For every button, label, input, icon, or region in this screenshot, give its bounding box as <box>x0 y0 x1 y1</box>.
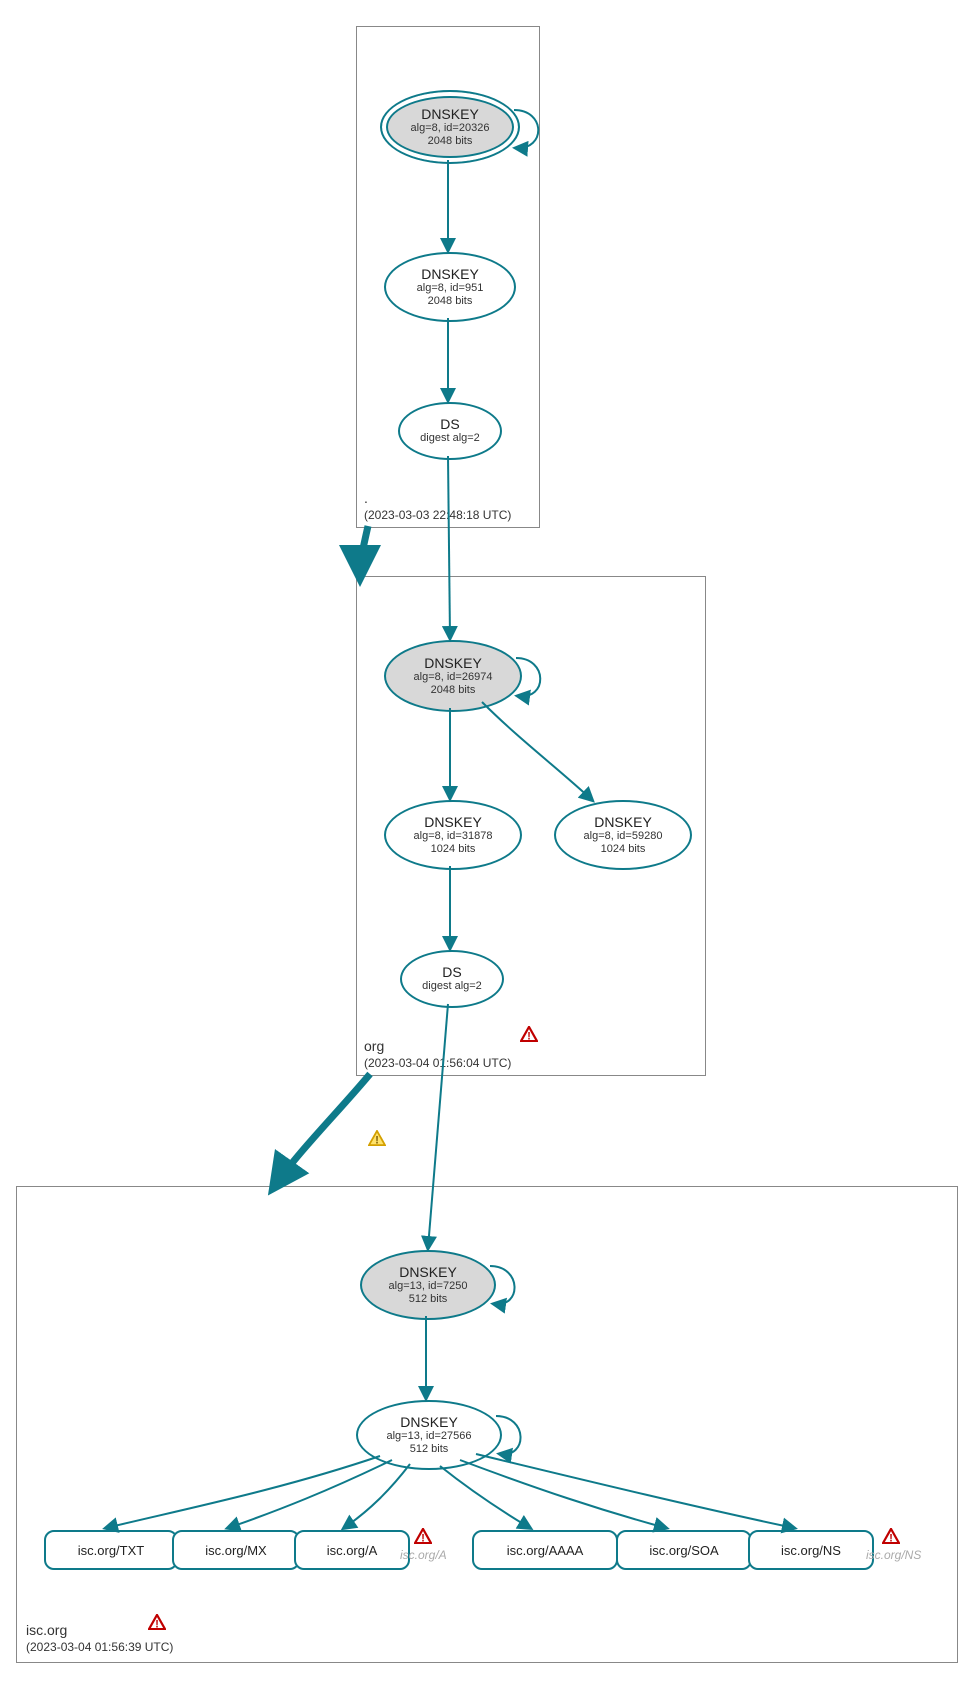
error-icon[interactable]: ! <box>882 1528 900 1544</box>
rrset-label: isc.org/AAAA <box>507 1543 584 1558</box>
org-ds[interactable]: DS digest alg=2 <box>400 950 504 1008</box>
svg-text:!: ! <box>527 1030 531 1042</box>
zone-isc-label: isc.org <box>26 1622 67 1638</box>
rrset-ns[interactable]: isc.org/NS <box>748 1530 874 1570</box>
rrset-label: isc.org/TXT <box>78 1543 144 1558</box>
error-icon[interactable]: ! <box>414 1528 432 1544</box>
node-sub: alg=13, id=27566 <box>386 1430 471 1443</box>
rrset-txt[interactable]: isc.org/TXT <box>44 1530 178 1570</box>
rrset-soa[interactable]: isc.org/SOA <box>616 1530 752 1570</box>
rrset-label: isc.org/A <box>327 1543 378 1558</box>
root-dnskey-zsk[interactable]: DNSKEY alg=8, id=951 2048 bits <box>384 252 516 322</box>
node-sub: 512 bits <box>409 1293 448 1306</box>
node-sub: 1024 bits <box>601 843 646 856</box>
rrset-mx[interactable]: isc.org/MX <box>172 1530 300 1570</box>
rrset-label: isc.org/MX <box>205 1543 266 1558</box>
warning-icon[interactable]: ! <box>368 1130 386 1146</box>
svg-text:!: ! <box>889 1532 893 1544</box>
org-dnskey-ksk[interactable]: DNSKEY alg=8, id=26974 2048 bits <box>384 640 522 712</box>
node-sub: alg=8, id=951 <box>417 282 484 295</box>
node-title: DNSKEY <box>399 1264 457 1280</box>
ghost-a: isc.org/A <box>400 1548 447 1562</box>
zone-org-label: org <box>364 1038 384 1054</box>
org-dnskey-zsk-2[interactable]: DNSKEY alg=8, id=59280 1024 bits <box>554 800 692 870</box>
node-sub: alg=8, id=59280 <box>584 830 663 843</box>
zone-isc-timestamp: (2023-03-04 01:56:39 UTC) <box>26 1640 173 1654</box>
zone-org-timestamp: (2023-03-04 01:56:04 UTC) <box>364 1056 511 1070</box>
node-sub: alg=8, id=20326 <box>411 122 490 135</box>
ghost-ns: isc.org/NS <box>866 1548 921 1562</box>
zone-root-timestamp: (2023-03-03 22:48:18 UTC) <box>364 508 511 522</box>
node-sub: digest alg=2 <box>420 432 480 445</box>
node-title: DNSKEY <box>421 106 479 122</box>
node-sub: alg=13, id=7250 <box>389 1280 468 1293</box>
node-title: DNSKEY <box>421 266 479 282</box>
isc-dnskey-zsk[interactable]: DNSKEY alg=13, id=27566 512 bits <box>356 1400 502 1470</box>
svg-text:!: ! <box>155 1618 159 1630</box>
org-dnskey-zsk-1[interactable]: DNSKEY alg=8, id=31878 1024 bits <box>384 800 522 870</box>
root-ds[interactable]: DS digest alg=2 <box>398 402 502 460</box>
node-sub: alg=8, id=31878 <box>414 830 493 843</box>
error-icon[interactable]: ! <box>148 1614 166 1630</box>
node-title: DNSKEY <box>424 814 482 830</box>
node-title: DNSKEY <box>594 814 652 830</box>
svg-text:!: ! <box>375 1134 379 1146</box>
rrset-aaaa[interactable]: isc.org/AAAA <box>472 1530 618 1570</box>
node-title: DS <box>442 964 461 980</box>
node-sub: 1024 bits <box>431 843 476 856</box>
node-title: DNSKEY <box>400 1414 458 1430</box>
error-icon[interactable]: ! <box>520 1026 538 1042</box>
node-sub: 2048 bits <box>428 135 473 148</box>
svg-text:!: ! <box>421 1532 425 1544</box>
node-title: DS <box>440 416 459 432</box>
rrset-label: isc.org/NS <box>781 1543 841 1558</box>
node-sub: 2048 bits <box>428 295 473 308</box>
node-sub: alg=8, id=26974 <box>414 671 493 684</box>
node-sub: digest alg=2 <box>422 980 482 993</box>
isc-dnskey-ksk[interactable]: DNSKEY alg=13, id=7250 512 bits <box>360 1250 496 1320</box>
zone-root-label: . <box>364 490 368 506</box>
node-sub: 512 bits <box>410 1443 449 1456</box>
rrset-a[interactable]: isc.org/A <box>294 1530 410 1570</box>
node-title: DNSKEY <box>424 655 482 671</box>
node-sub: 2048 bits <box>431 684 476 697</box>
rrset-label: isc.org/SOA <box>649 1543 718 1558</box>
root-dnskey-ksk[interactable]: DNSKEY alg=8, id=20326 2048 bits <box>380 90 520 164</box>
